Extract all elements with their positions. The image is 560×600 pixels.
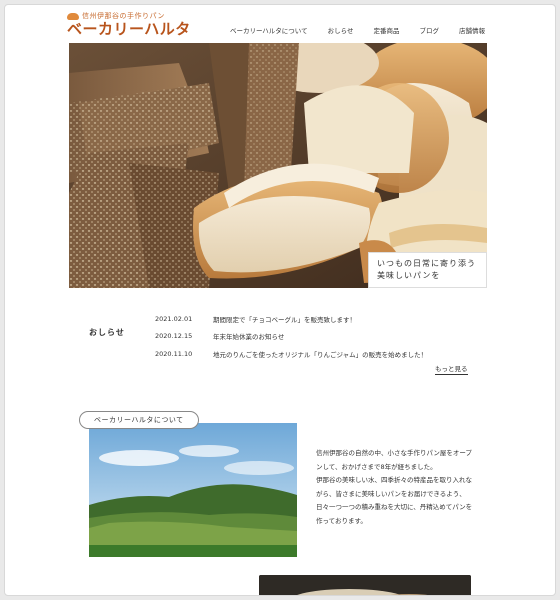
news-text[interactable]: 年末年始休業のお知らせ <box>213 331 284 341</box>
nav-blog[interactable]: ブログ <box>420 25 440 35</box>
page-frame: 信州伊那谷の手作りパン ベーカリーハルタ ベーカリーハルタについて おしらせ 定… <box>4 4 556 596</box>
hero-caption-line1: いつもの日常に寄り添う <box>377 259 476 268</box>
about-section-label: ベーカリーハルタについて <box>79 411 199 429</box>
news-date: 2021.02.01 <box>155 314 193 323</box>
hero-caption-line2: 美味しいパンを <box>377 271 441 280</box>
news-date: 2020.11.10 <box>155 349 193 358</box>
logo-name: ベーカリーハルタ <box>67 20 191 38</box>
next-section-image <box>259 575 471 595</box>
about-line: 信州伊那谷の自然の中、小さな手作りパン屋をオープ <box>316 449 472 457</box>
news-date: 2020.12.15 <box>155 332 193 341</box>
nav-about[interactable]: ベーカリーハルタについて <box>230 25 308 35</box>
site-logo[interactable]: 信州伊那谷の手作りパン ベーカリーハルタ <box>67 11 191 38</box>
main-nav: ベーカリーハルタについて おしらせ 定番商品 ブログ 店舗情報 <box>210 25 485 35</box>
nav-shop-info[interactable]: 店舗情報 <box>459 25 485 35</box>
hero-caption: いつもの日常に寄り添う 美味しいパンを <box>368 252 487 288</box>
news-text[interactable]: 期間限定で「チョコベーグル」を販売致します！ <box>213 314 356 324</box>
news-item[interactable]: 2020.12.15 年末年始休業のお知らせ <box>155 328 475 346</box>
news-section-title: おしらせ <box>89 328 125 337</box>
about-line: 日々一つ一つの積み重ねを大切に、丹精込めてパンを <box>316 503 473 511</box>
about-line: がら、皆さまに美味しいパンをお届けできるよう、 <box>316 489 466 498</box>
hill-photo <box>89 423 297 557</box>
news-item[interactable]: 2020.11.10 地元のりんごを使ったオリジナル「りんごジャム」の販売を始め… <box>155 345 475 363</box>
news-list: 2021.02.01 期間限定で「チョコベーグル」を販売致します！ 2020.1… <box>155 310 475 363</box>
news-text[interactable]: 地元のりんごを使ったオリジナル「りんごジャム」の販売を始めました！ <box>213 349 427 359</box>
about-line: ンして、おかげさまで8年が経ちました。 <box>316 462 437 471</box>
news-more-link[interactable]: もっと見る <box>435 365 468 375</box>
about-text: 信州伊那谷の自然の中、小さな手作りパン屋をオープ ンして、おかげさまで8年が経ち… <box>316 447 476 528</box>
landscape-image <box>89 423 297 557</box>
nav-news[interactable]: おしらせ <box>328 25 354 35</box>
about-line: 伊那谷の美味しい水、四季折々の特産品を取り入れな <box>316 476 472 484</box>
news-item[interactable]: 2021.02.01 期間限定で「チョコベーグル」を販売致します！ <box>155 310 475 328</box>
hero-image: いつもの日常に寄り添う 美味しいパンを <box>69 43 487 288</box>
bread-icon <box>67 12 79 20</box>
nav-products[interactable]: 定番商品 <box>374 25 400 35</box>
about-line: 作っております。 <box>316 516 367 525</box>
